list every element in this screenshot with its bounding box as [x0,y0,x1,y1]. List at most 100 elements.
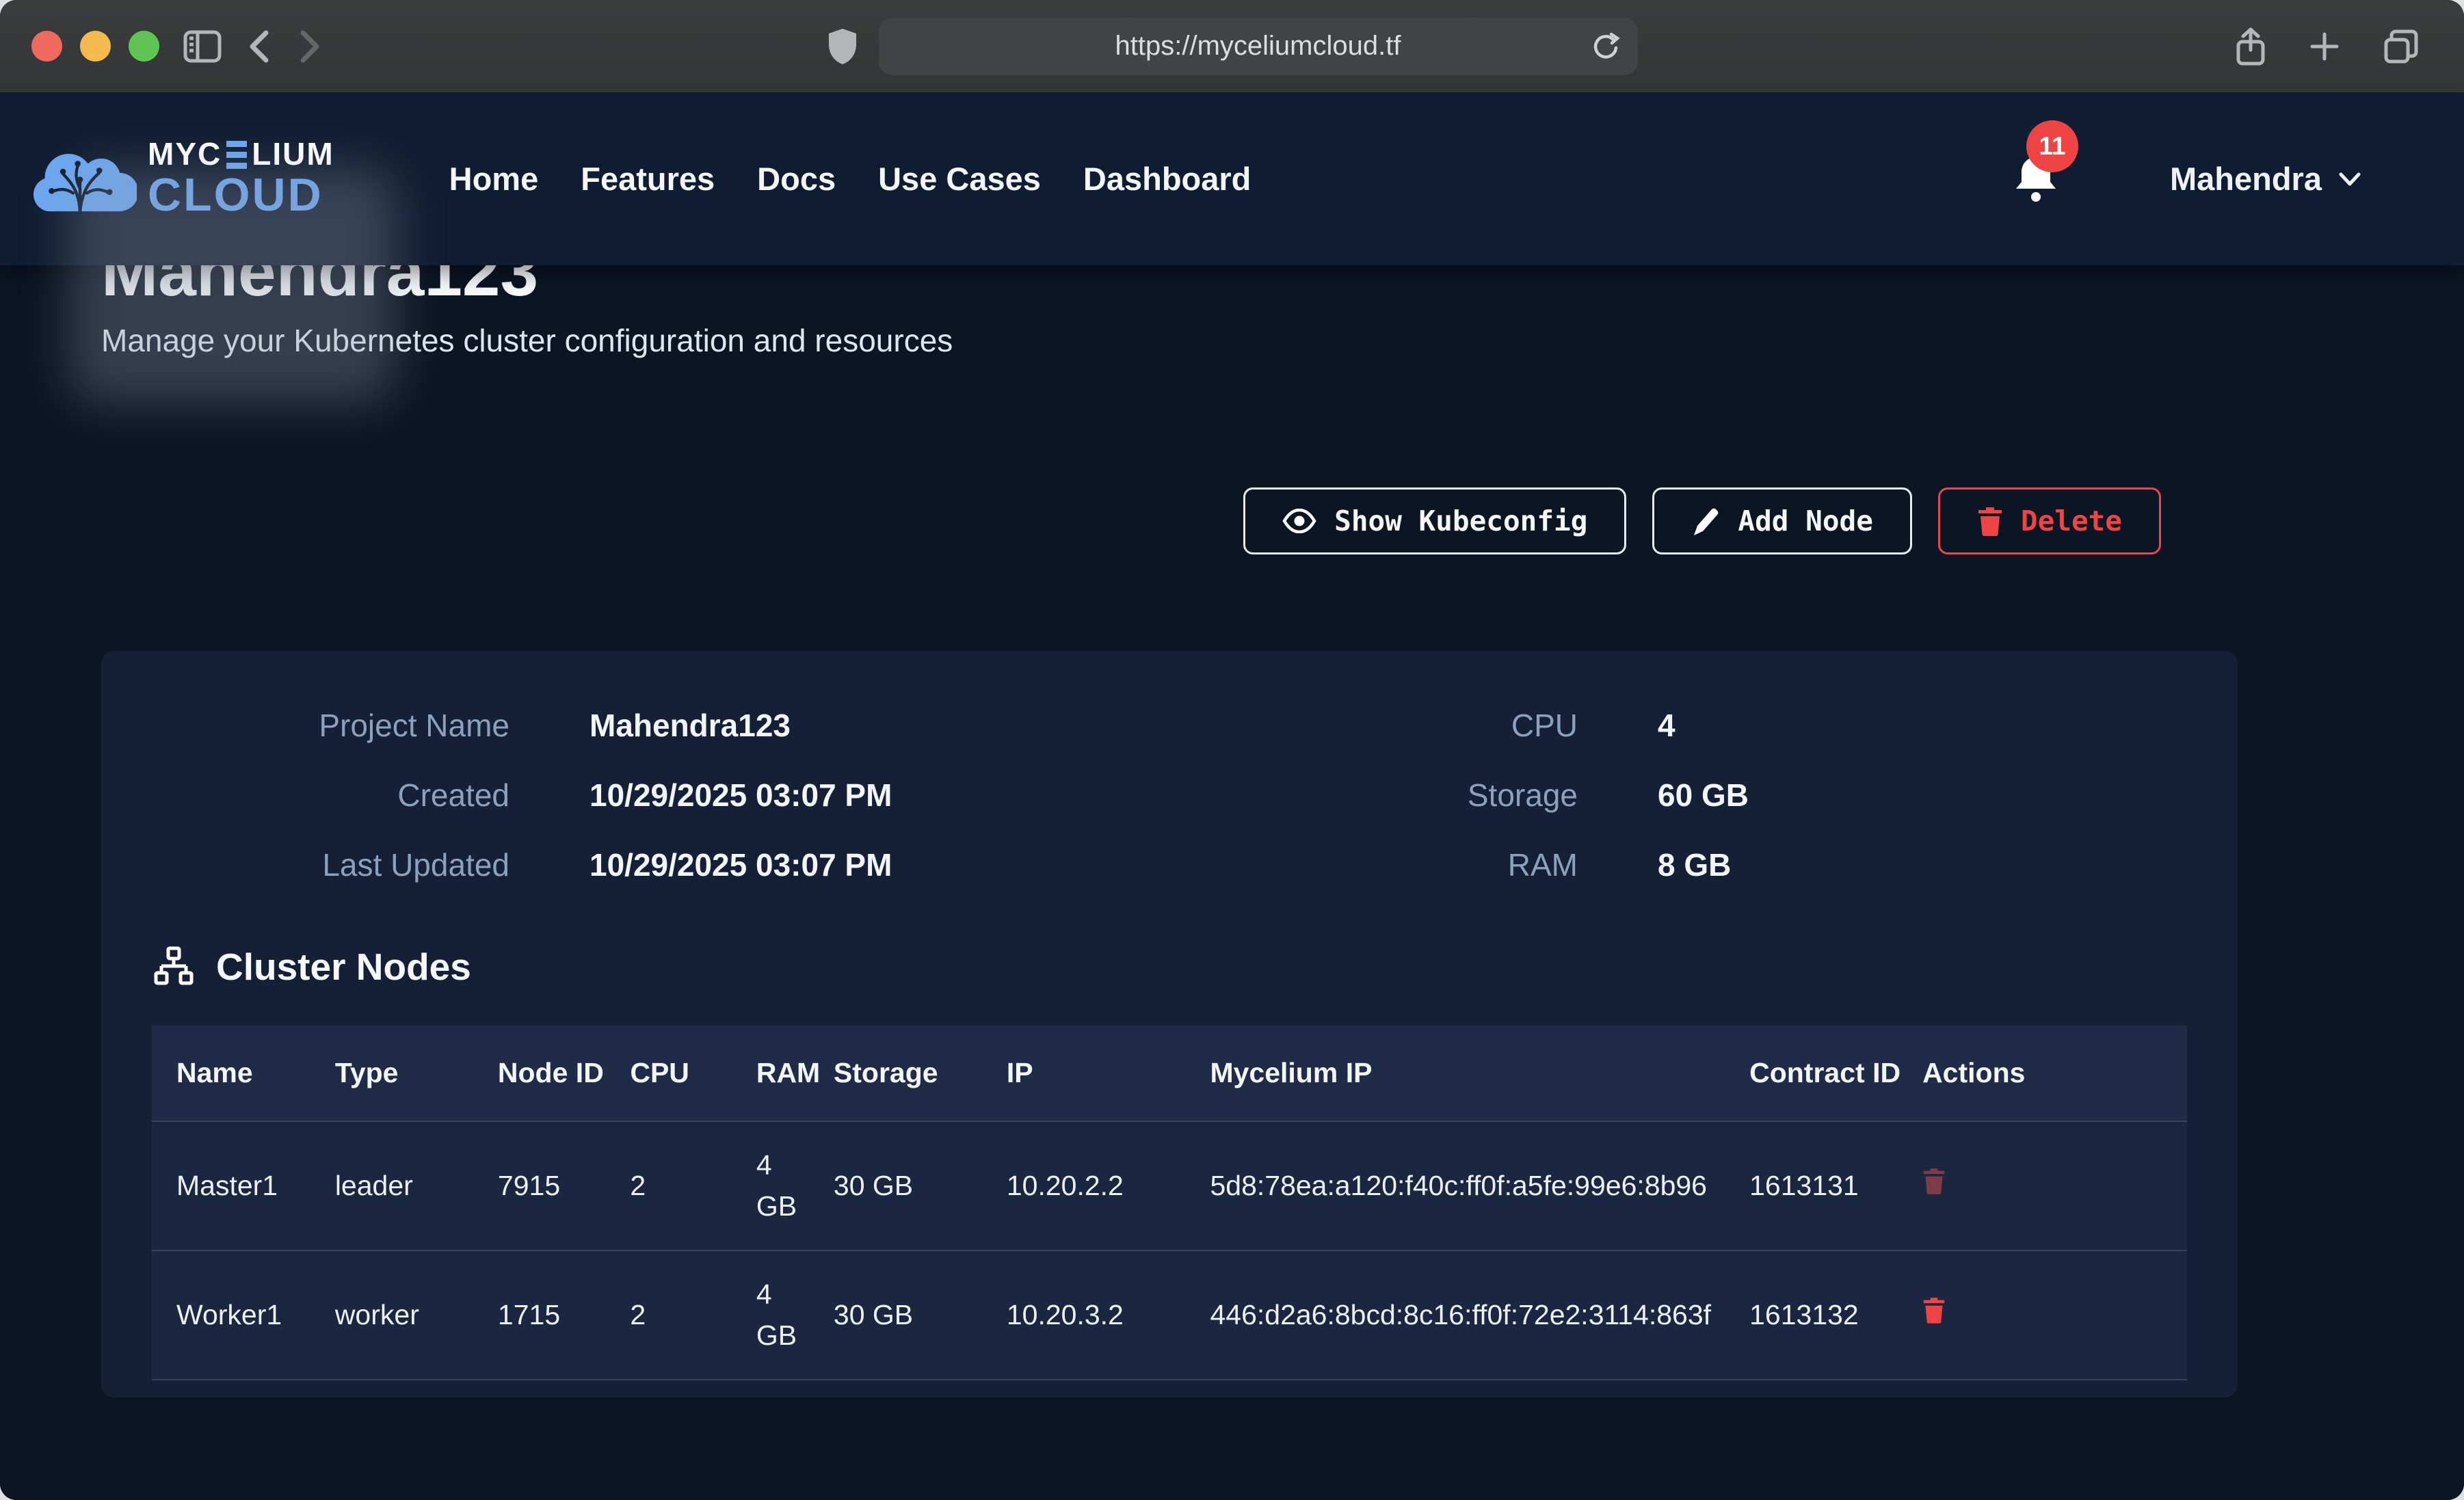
col-node-id: Node ID [498,1026,630,1121]
notifications-button[interactable]: 11 [2013,152,2061,206]
share-button[interactable] [2234,27,2267,66]
created-label: Created [101,777,509,814]
brand-logo[interactable]: MYC LIUM CLOUD [23,138,334,219]
nodes-table: Name Type Node ID CPU RAM Storage IP Myc… [152,1026,2187,1380]
delete-label: Delete [2021,505,2122,537]
forward-button[interactable] [296,27,323,66]
brand-wordmark: MYC LIUM CLOUD [148,138,334,219]
user-menu[interactable]: Mahendra [2170,160,2361,198]
cluster-details-card: Project Name Mahendra123 CPU 4 Created 1… [101,651,2238,1397]
close-window-button[interactable] [31,31,62,62]
col-type: Type [335,1026,498,1121]
plus-icon [2308,30,2341,63]
cell-storage: 30 GB [834,1121,1007,1250]
col-ram: RAM [756,1026,834,1121]
col-actions: Actions [1922,1026,2187,1121]
back-chevron-icon [246,27,273,66]
col-cpu: CPU [630,1026,756,1121]
back-button[interactable] [246,27,273,66]
brand-top-pre: MYC [148,138,222,171]
col-contract-id: Contract ID [1749,1026,1922,1121]
storage-label: Storage [1169,777,1578,814]
url-text: https://myceliumcloud.tf [1115,31,1401,62]
created-value: 10/29/2025 03:07 PM [509,777,1169,814]
cell-node-id: 1715 [498,1250,630,1380]
table-row: Master1 leader 7915 2 4 GB 30 GB 10.20.2… [152,1121,2187,1250]
cell-cpu: 2 [630,1121,756,1250]
col-mycelium-ip: Mycelium IP [1210,1026,1749,1121]
notification-count-badge: 11 [2026,120,2078,172]
forward-chevron-icon [296,27,323,66]
cpu-value: 4 [1578,707,2238,744]
brand-bottom: CLOUD [148,171,334,219]
delete-cluster-button[interactable]: Delete [1938,487,2161,554]
brand-top-post: LIUM [252,138,334,171]
nav-item-docs[interactable]: Docs [757,160,836,198]
last-updated-value: 10/29/2025 03:07 PM [509,846,1169,883]
ram-label: RAM [1169,846,1578,883]
tab-overview-button[interactable] [2382,27,2420,66]
cell-mycelium-ip: 5d8:78ea:a120:f40c:ff0f:a5fe:99e6:8b96 [1210,1121,1749,1250]
nav-item-use-cases[interactable]: Use Cases [878,160,1041,198]
col-storage: Storage [834,1026,1007,1121]
tabs-icon [2382,27,2420,66]
cell-mycelium-ip: 446:d2a6:8bcd:8c16:ff0f:72e2:3114:863f [1210,1250,1749,1380]
browser-window: https://myceliumcloud.tf [0,0,2464,1500]
address-bar[interactable]: https://myceliumcloud.tf [879,18,1638,75]
mycelium-cloud-logo-icon [23,138,137,219]
nodes-table-wrap: Name Type Node ID CPU RAM Storage IP Myc… [152,1026,2187,1380]
delete-node-button[interactable] [1922,1166,1946,1195]
cell-ip: 10.20.2.2 [1007,1121,1210,1250]
project-name-label: Project Name [101,707,509,744]
cell-storage: 30 GB [834,1250,1007,1380]
share-icon [2234,27,2267,66]
user-name: Mahendra [2170,160,2322,198]
cell-contract-id: 1613131 [1749,1121,1922,1250]
cell-ip: 10.20.3.2 [1007,1250,1210,1380]
trash-icon [1922,1296,1946,1324]
cell-ram: 4 GB [756,1121,834,1250]
col-name: Name [152,1026,335,1121]
show-kubeconfig-button[interactable]: Show Kubeconfig [1243,487,1626,554]
ram-value: 8 GB [1578,846,2238,883]
cell-contract-id: 1613132 [1749,1250,1922,1380]
pencil-icon [1691,505,1720,537]
nav-item-features[interactable]: Features [581,160,715,198]
main-nav: Home Features Docs Use Cases Dashboard [449,160,1251,198]
add-node-button[interactable]: Add Node [1652,487,1911,554]
window-controls [31,31,159,62]
cell-type: leader [335,1121,498,1250]
table-row: Worker1 worker 1715 2 4 GB 30 GB 10.20.3… [152,1250,2187,1380]
add-node-label: Add Node [1738,505,1872,537]
sidebar-toggle-button[interactable] [183,29,222,64]
page-subtitle: Manage your Kubernetes cluster configura… [101,322,953,359]
project-name-value: Mahendra123 [509,707,1169,744]
nav-item-home[interactable]: Home [449,160,539,198]
cell-name: Worker1 [152,1250,335,1380]
delete-node-button[interactable] [1922,1296,1946,1324]
table-header-row: Name Type Node ID CPU RAM Storage IP Myc… [152,1026,2187,1121]
eye-icon [1282,509,1316,533]
new-tab-button[interactable] [2308,30,2341,63]
cell-type: worker [335,1250,498,1380]
trash-icon [1977,506,2003,536]
network-nodes-icon [152,946,196,987]
cluster-nodes-title: Cluster Nodes [216,945,471,989]
cluster-actions-toolbar: Show Kubeconfig Add Node Delete [101,487,2238,554]
browser-titlebar: https://myceliumcloud.tf [0,0,2464,92]
reload-icon[interactable] [1590,30,1623,63]
cell-cpu: 2 [630,1250,756,1380]
storage-value: 60 GB [1578,777,2238,814]
trash-icon [1922,1166,1946,1195]
cell-name: Master1 [152,1121,335,1250]
sidebar-icon [183,29,222,64]
maximize-window-button[interactable] [129,31,159,62]
minimize-window-button[interactable] [80,31,111,62]
nav-item-dashboard[interactable]: Dashboard [1083,160,1251,198]
site-header: MYC LIUM CLOUD Home Features Docs Use Ca… [0,92,2464,265]
cell-node-id: 7915 [498,1121,630,1250]
page-content: MYC LIUM CLOUD Home Features Docs Use Ca… [0,92,2464,1500]
col-ip: IP [1007,1026,1210,1121]
privacy-shield-icon[interactable] [827,27,858,66]
last-updated-label: Last Updated [101,846,509,883]
